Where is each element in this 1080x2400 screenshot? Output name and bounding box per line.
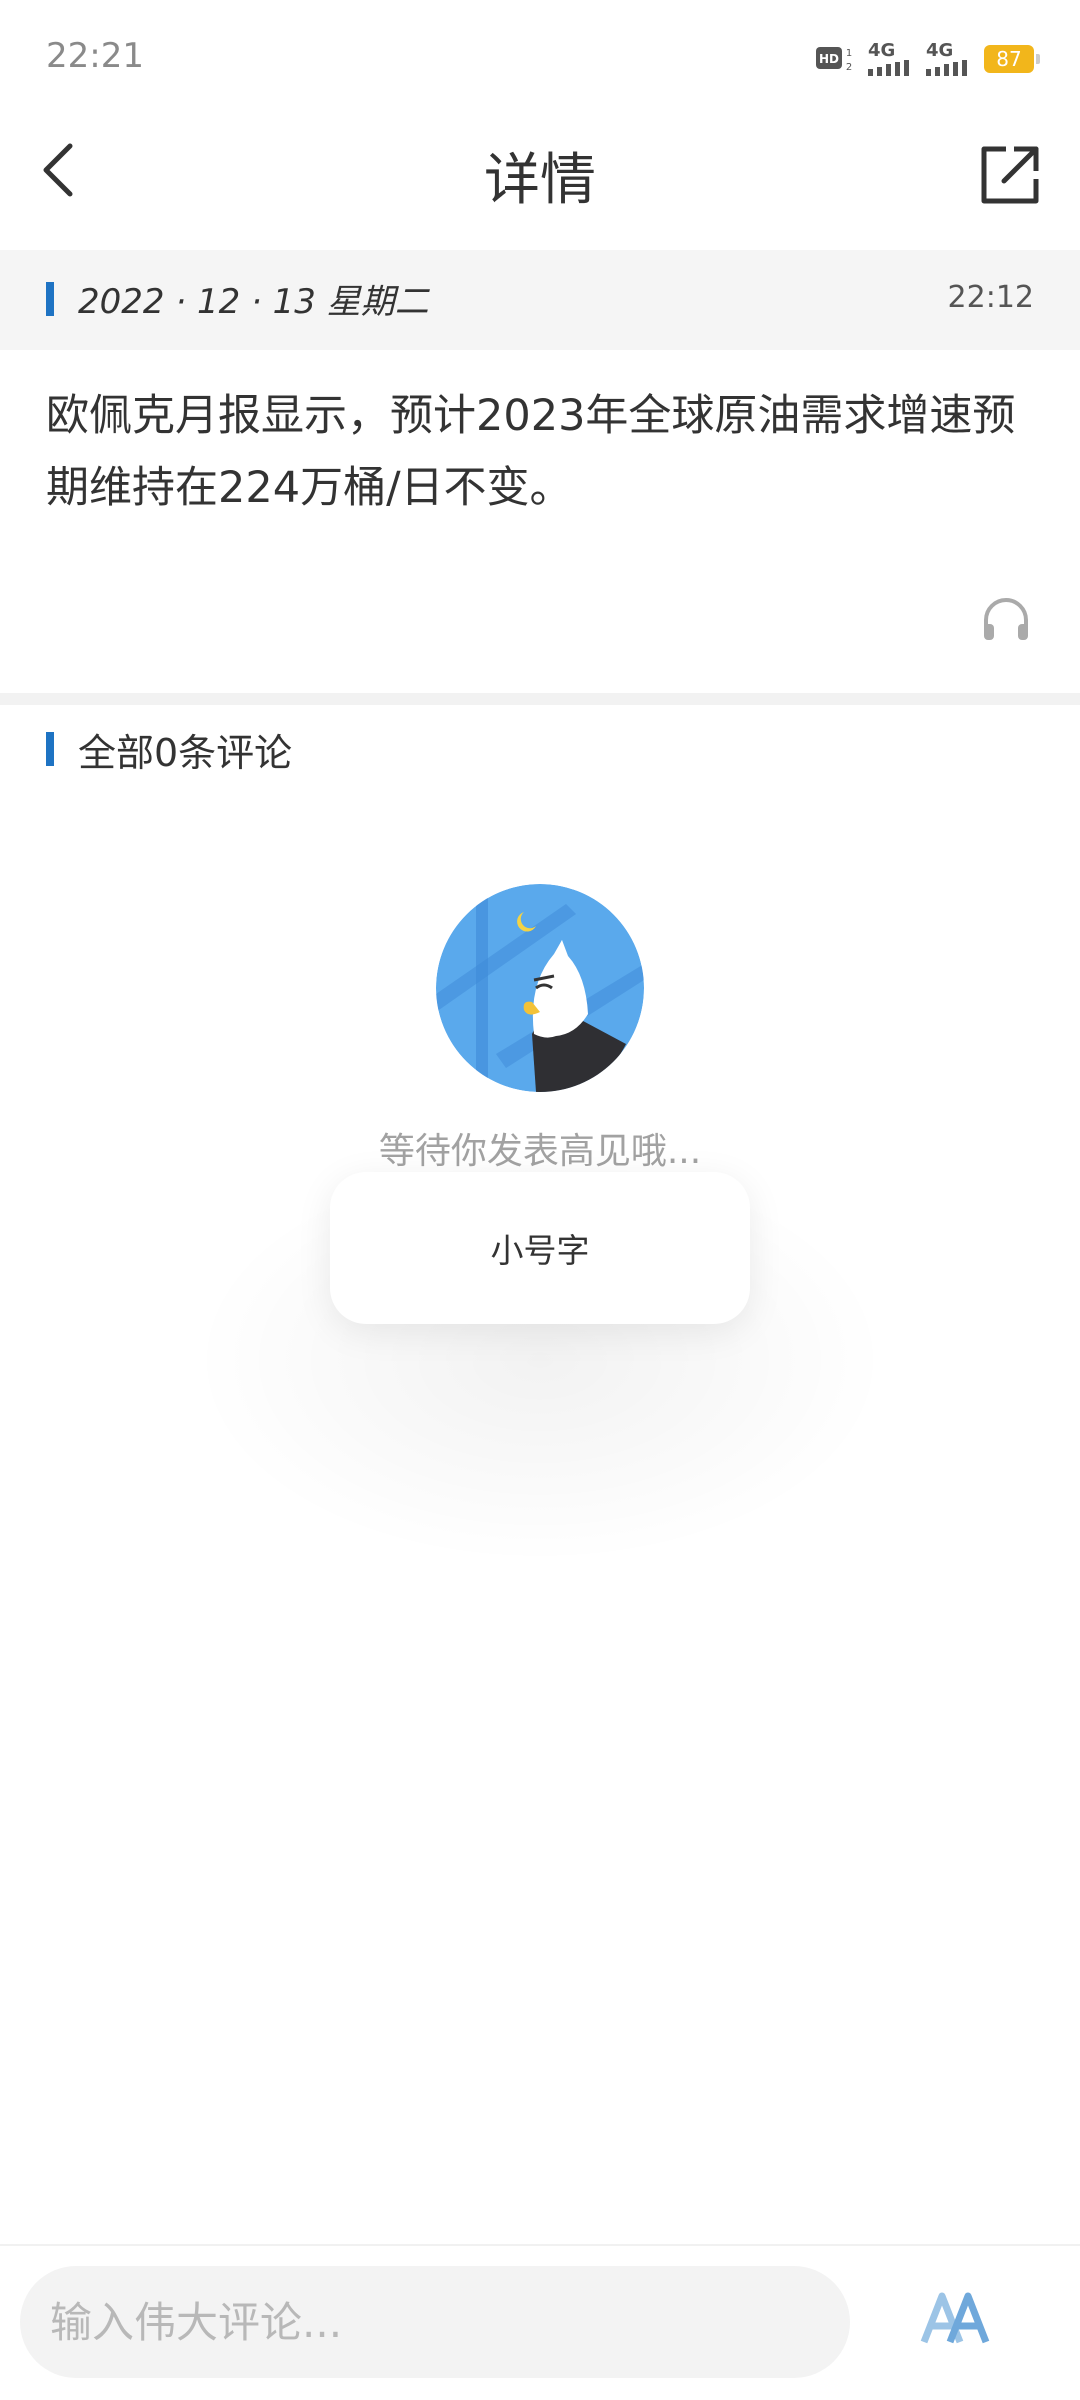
news-content: 欧佩克月报显示，预计2023年全球原油需求增速预期维持在224万桶/日不变。 <box>46 391 1016 513</box>
status-time: 22:21 <box>46 36 144 76</box>
status-icons: HD 1 2 4G 4G 87 <box>816 38 1040 80</box>
svg-text:HD: HD <box>819 52 839 66</box>
comments-title: 全部0条评论 <box>78 731 293 775</box>
battery-indicator: 87 <box>984 45 1040 73</box>
font-size-popup-option[interactable]: 小号字 <box>330 1172 750 1324</box>
comment-input[interactable] <box>20 2266 850 2378</box>
comments-accent-bar <box>46 732 54 766</box>
share-button[interactable] <box>970 135 1050 215</box>
network-type-1: 4G <box>868 40 896 61</box>
date-accent-bar <box>46 282 54 316</box>
signal-1: 4G <box>868 42 912 76</box>
page-title: 详情 <box>484 148 596 213</box>
font-size-icon <box>920 2292 990 2344</box>
font-size-button[interactable] <box>918 2280 994 2356</box>
share-icon <box>981 146 1039 204</box>
svg-text:1: 1 <box>846 48 852 59</box>
eagle-mascot-icon <box>436 884 644 1092</box>
svg-text:2: 2 <box>846 62 852 73</box>
signal-2: 4G <box>926 42 970 76</box>
section-divider <box>0 693 1080 705</box>
empty-eagle-illustration <box>436 884 644 1092</box>
news-date: 2022 · 12 · 13 星期二 <box>78 282 429 322</box>
network-type-2: 4G <box>926 40 954 61</box>
news-time: 22:12 <box>947 280 1034 315</box>
headphones-icon <box>984 598 1028 640</box>
hd-icon: HD 1 2 <box>816 47 852 73</box>
signal-bars-icon <box>868 60 909 76</box>
audio-button[interactable] <box>978 592 1034 648</box>
font-size-option-label: 小号字 <box>490 1231 590 1270</box>
bottom-bar-divider <box>0 2244 1080 2246</box>
signal-bars-icon <box>926 60 967 76</box>
